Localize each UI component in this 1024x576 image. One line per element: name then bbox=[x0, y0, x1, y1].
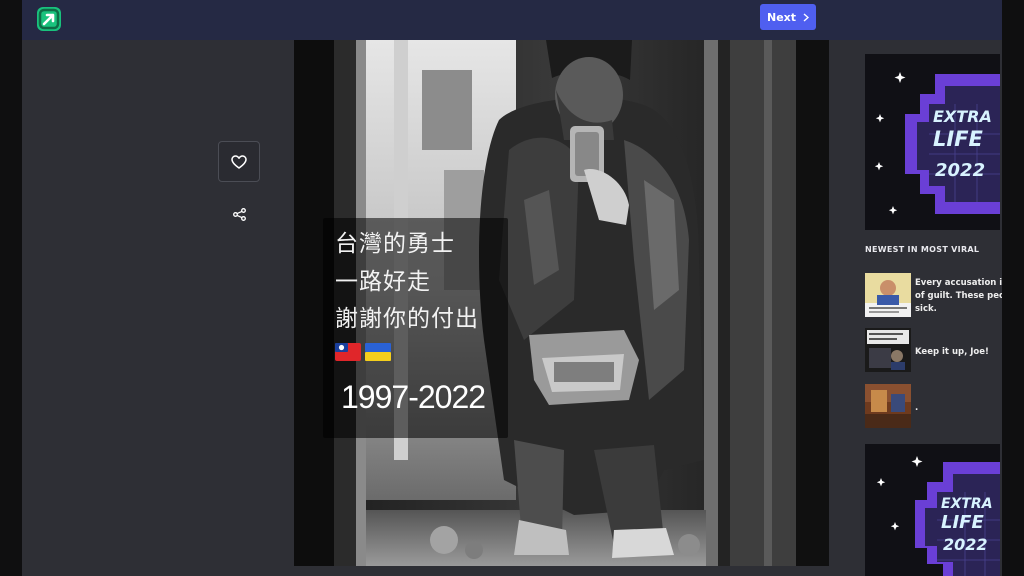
extra-life-banner-art: EXTRA LIFE 2022 bbox=[865, 54, 1000, 230]
share-button[interactable] bbox=[229, 205, 249, 223]
memorial-caption-overlay: 台灣的勇士 一路好走 謝謝你的付出 1997-2022 bbox=[323, 218, 508, 438]
promo-line-2: LIFE bbox=[933, 127, 984, 151]
next-post-button[interactable]: Next bbox=[760, 4, 816, 30]
post-image[interactable]: 台灣的勇士 一路好走 謝謝你的付出 1997-2022 bbox=[294, 40, 829, 566]
heart-icon bbox=[231, 154, 247, 169]
viral-post-thumbnail bbox=[865, 273, 911, 317]
extra-life-banner-art: EXTRA LIFE 2022 bbox=[865, 444, 1000, 576]
extra-life-promo-banner[interactable]: EXTRA LIFE 2022 bbox=[865, 54, 1000, 230]
caption-line-3: 謝謝你的付出 bbox=[335, 306, 479, 332]
promo-line-1: EXTRA bbox=[941, 496, 993, 512]
memorial-years: 1997-2022 bbox=[341, 379, 486, 415]
viral-post-title: . bbox=[915, 403, 919, 413]
promo-line-2: LIFE bbox=[941, 512, 984, 533]
viral-post-item[interactable]: . bbox=[865, 384, 1002, 428]
most-viral-section-title: NEWEST IN MOST VIRAL bbox=[865, 245, 980, 254]
top-navigation-bar: Next bbox=[22, 0, 1002, 40]
viral-post-item[interactable]: Keep it up, Joe! bbox=[865, 328, 1002, 372]
taiwan-flag-icon bbox=[335, 343, 361, 361]
chevron-right-icon bbox=[803, 12, 810, 22]
viral-post-title: Every accusation is of guilt. These peo … bbox=[915, 278, 1002, 314]
site-logo[interactable] bbox=[37, 7, 61, 31]
extra-life-promo-banner[interactable]: EXTRA LIFE 2022 bbox=[865, 444, 1000, 576]
viral-post-thumbnail bbox=[865, 384, 911, 428]
share-icon bbox=[232, 207, 246, 221]
caption-line-1: 台灣的勇士 bbox=[335, 231, 455, 257]
promo-line-3: 2022 bbox=[935, 160, 985, 181]
promo-line-3: 2022 bbox=[943, 535, 988, 554]
next-button-label: Next bbox=[766, 10, 797, 24]
caption-line-2: 一路好走 bbox=[335, 269, 431, 295]
viral-post-thumbnail bbox=[865, 328, 911, 372]
viral-post-title: Keep it up, Joe! bbox=[915, 347, 989, 357]
like-button[interactable] bbox=[218, 141, 260, 182]
app-screen: Next 台灣的勇士 一路好走 謝謝你的付出 1997-2022 EXTRA L… bbox=[22, 0, 1002, 576]
logo-arrow-icon bbox=[38, 8, 60, 30]
ukraine-flag-icon bbox=[365, 343, 391, 361]
promo-line-1: EXTRA bbox=[933, 107, 992, 126]
viral-post-item[interactable]: Every accusation is of guilt. These peo … bbox=[865, 273, 1002, 317]
